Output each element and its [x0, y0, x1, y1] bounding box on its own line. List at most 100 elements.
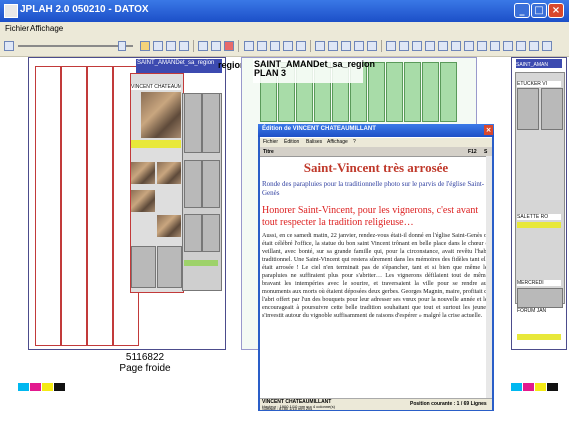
dialog-menu-balises[interactable]: Balises	[306, 139, 322, 145]
page-column[interactable]	[404, 62, 421, 122]
dialog-title: Édition de VINCENT CHATEAUMILLANT	[262, 126, 376, 132]
arrow-icon[interactable]	[244, 41, 254, 51]
article-photo[interactable]	[157, 162, 181, 184]
page-column[interactable]	[61, 66, 87, 346]
page-title-sub: PLAN 3	[254, 68, 287, 78]
tool-icon[interactable]	[438, 41, 448, 51]
zoom-slider-handle[interactable]	[118, 41, 126, 51]
article-placeholder[interactable]	[517, 288, 563, 308]
dialog-menu-fichier[interactable]: Fichier	[263, 139, 278, 145]
article-photo[interactable]	[131, 162, 155, 184]
dialog-menu-edition[interactable]: Édition	[284, 139, 299, 145]
dialog-menu-help[interactable]: ?	[353, 139, 356, 145]
maximize-button[interactable]: □	[531, 3, 547, 18]
tool-icon[interactable]	[451, 41, 461, 51]
article-label: MERCREDI	[517, 280, 561, 286]
tool-icon[interactable]	[516, 41, 526, 51]
article-body[interactable]: Aussi, en ce samedi matin, 22 janvier, r…	[262, 232, 490, 386]
cmyk-swatch-black	[547, 383, 558, 391]
article-placeholder[interactable]	[131, 246, 156, 288]
page-header-label: SAINT_AMANDet_sa_region	[137, 60, 215, 66]
toolbar	[0, 36, 569, 57]
tool-icon[interactable]	[367, 41, 377, 51]
close-button[interactable]: ×	[548, 3, 564, 18]
dialog-scrollbar[interactable]	[486, 156, 492, 398]
toolbar-separator	[193, 40, 194, 52]
save-icon[interactable]	[4, 41, 14, 51]
menu-bar: Fichier Affichage	[0, 22, 569, 36]
folder-icon[interactable]	[140, 41, 150, 51]
field-flag[interactable]: S	[484, 149, 487, 155]
grid-icon[interactable]	[198, 41, 208, 51]
page-id: 5116822	[125, 352, 165, 363]
cmyk-swatch-black	[54, 383, 65, 391]
tool-icon[interactable]	[477, 41, 487, 51]
article-highlight	[131, 140, 181, 148]
article-placeholder[interactable]	[184, 160, 202, 208]
minimize-button[interactable]: _	[514, 3, 530, 18]
tool-icon[interactable]	[386, 41, 396, 51]
dialog-menu-bar: Fichier Édition Balises Affichage ?	[260, 138, 492, 147]
article-label: SALETTE RO	[517, 214, 561, 220]
tool-icon[interactable]	[425, 41, 435, 51]
article-placeholder[interactable]	[157, 246, 182, 288]
align-icon[interactable]	[270, 41, 280, 51]
tool-icon[interactable]	[328, 41, 338, 51]
article-placeholder[interactable]	[202, 214, 220, 252]
article-subhead[interactable]: Honorer Saint-Vincent, pour les vigneron…	[262, 205, 490, 229]
tool-icon[interactable]	[490, 41, 500, 51]
article-label: FORUM JAN	[517, 308, 561, 314]
article-placeholder[interactable]	[202, 160, 220, 208]
article-photo[interactable]	[131, 190, 155, 212]
field-code[interactable]: F12	[468, 149, 477, 155]
page-icon[interactable]	[179, 41, 189, 51]
zoom-icon[interactable]	[166, 41, 176, 51]
article-label: ETUCKER VI	[517, 81, 561, 87]
zoom-slider-track[interactable]	[18, 45, 133, 47]
tool-icon[interactable]	[464, 41, 474, 51]
page-column[interactable]	[386, 62, 403, 122]
page-header-label: SAINT_AMAN	[516, 62, 562, 68]
toolbar-separator	[238, 40, 239, 52]
article-photo[interactable]	[141, 92, 181, 138]
cmyk-swatch-yellow	[535, 383, 546, 391]
article-placeholder[interactable]	[541, 88, 563, 130]
article-placeholder[interactable]	[202, 93, 220, 153]
page-column[interactable]	[35, 66, 61, 346]
article-highlight	[517, 334, 561, 340]
tool-icon[interactable]	[529, 41, 539, 51]
page-column[interactable]	[440, 62, 457, 122]
column-icon[interactable]	[224, 41, 234, 51]
page-title: SAINT_AMANDet_sa_region PLAN 3	[254, 60, 375, 78]
window-title: JPLAH 2.0 050210 - DATOX	[20, 4, 149, 15]
image-icon[interactable]	[283, 41, 293, 51]
cmyk-swatch-cyan	[511, 383, 522, 391]
article-placeholder[interactable]	[517, 88, 539, 130]
tool-icon[interactable]	[412, 41, 422, 51]
layout-icon[interactable]	[211, 41, 221, 51]
article-placeholder[interactable]	[184, 93, 202, 153]
menu-fichier[interactable]: Fichier	[5, 24, 29, 33]
table-icon[interactable]	[296, 41, 306, 51]
article-label: VINCENT CHATEAUMILLANT	[131, 84, 181, 90]
page-column[interactable]	[87, 66, 113, 346]
tool-icon[interactable]	[399, 41, 409, 51]
field-label: Titre	[263, 149, 274, 155]
article-heading[interactable]: Saint-Vincent très arrosée	[262, 160, 490, 176]
dialog-close-button[interactable]: ×	[484, 125, 493, 135]
dialog-menu-affichage[interactable]: Affichage	[327, 139, 348, 145]
article-photo[interactable]	[157, 215, 181, 237]
tool-icon[interactable]	[503, 41, 513, 51]
pointer-icon[interactable]	[153, 41, 163, 51]
cmyk-swatch-yellow	[42, 383, 53, 391]
menu-affichage[interactable]: Affichage	[30, 24, 63, 33]
tool-icon[interactable]	[542, 41, 552, 51]
tool-icon[interactable]	[341, 41, 351, 51]
cmyk-swatch-magenta	[30, 383, 41, 391]
article-caption[interactable]: Ronde des parapluies pour la traditionne…	[262, 180, 490, 198]
tool-icon[interactable]	[315, 41, 325, 51]
tool-icon[interactable]	[354, 41, 364, 51]
text-icon[interactable]	[257, 41, 267, 51]
page-column[interactable]	[422, 62, 439, 122]
article-placeholder[interactable]	[184, 214, 202, 252]
